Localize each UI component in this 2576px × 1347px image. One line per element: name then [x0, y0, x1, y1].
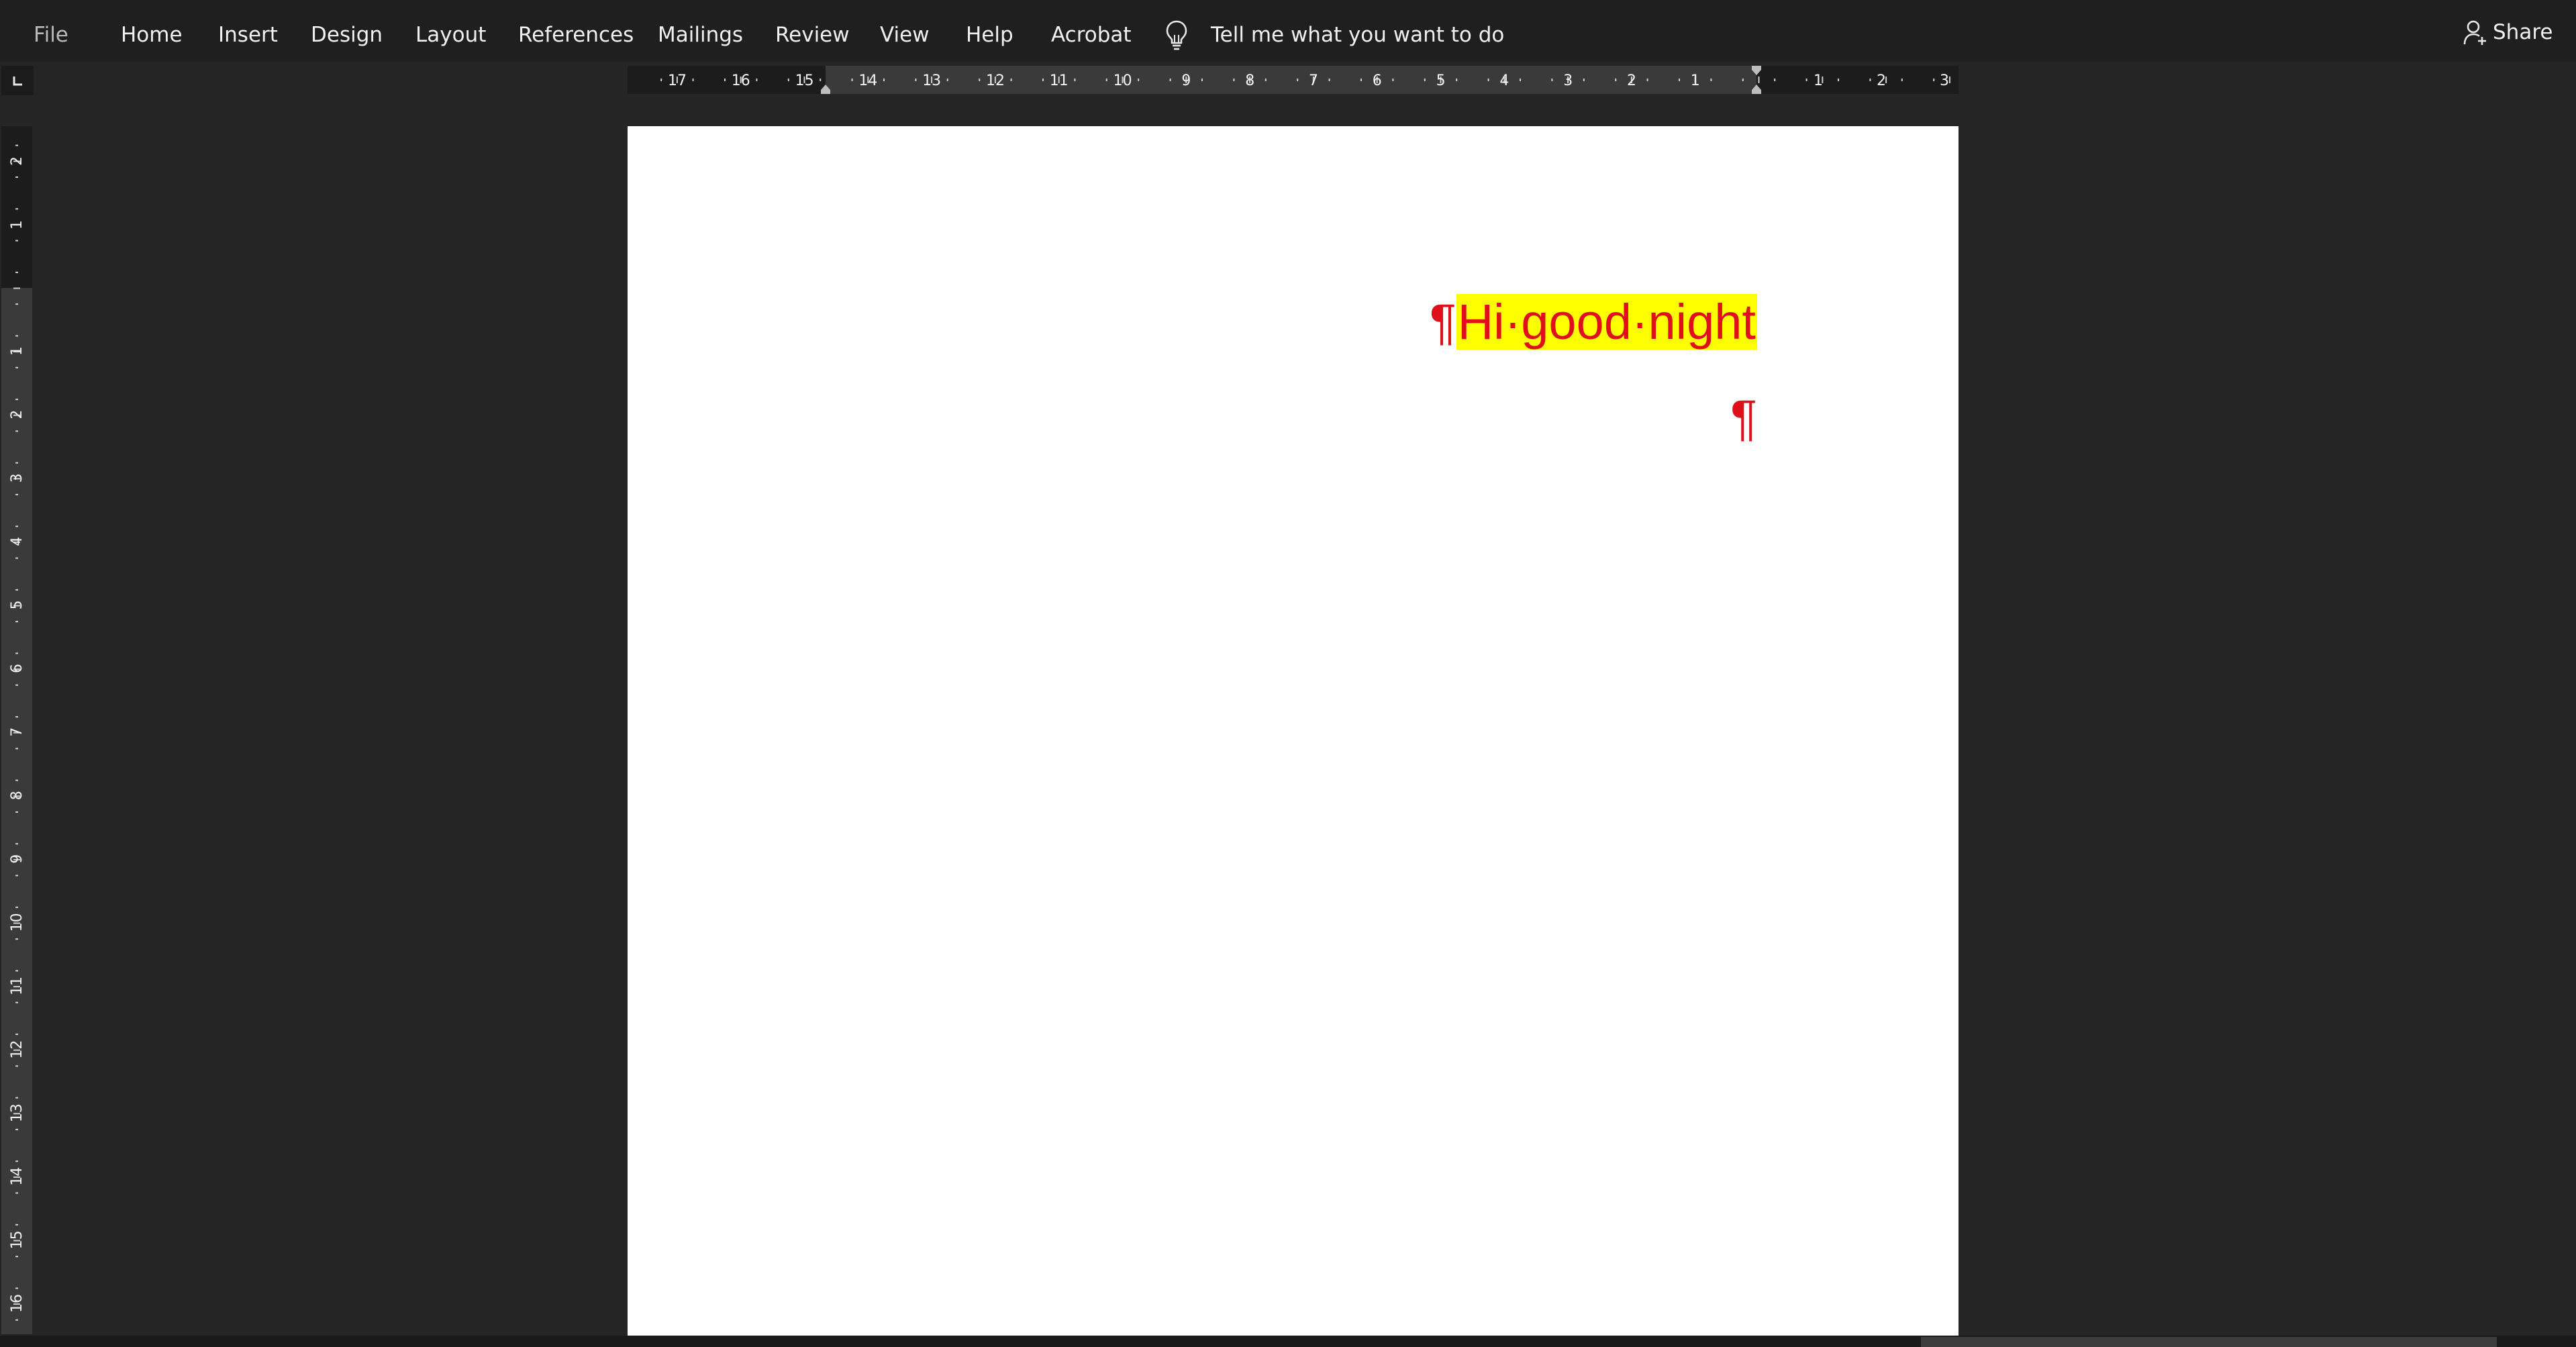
- pilcrow-mark: ¶: [1730, 390, 1757, 446]
- h-ruler-label: 12: [986, 72, 1005, 89]
- h-ruler-label: 3: [1940, 72, 1949, 89]
- tab-stop-selector[interactable]: [1, 66, 34, 95]
- h-ruler-label: 16: [732, 72, 750, 89]
- tab-layout[interactable]: Layout: [415, 20, 486, 50]
- highlighted-text[interactable]: Hi·good·night: [1456, 294, 1757, 350]
- v-ruler-label: 5: [9, 600, 26, 609]
- share-button[interactable]: Share: [2463, 17, 2553, 47]
- h-ruler-label: 7: [1309, 72, 1318, 89]
- h-ruler-label: 6: [1373, 72, 1382, 89]
- h-ruler-label: 9: [1181, 72, 1191, 89]
- document-page[interactable]: ¶Hi·good·night ¶: [628, 126, 1959, 1336]
- v-ruler-label: 11: [9, 977, 26, 995]
- tab-view[interactable]: View: [880, 20, 930, 50]
- share-label: Share: [2493, 20, 2553, 44]
- h-ruler-label: 10: [1113, 72, 1132, 89]
- v-ruler-label: 16: [9, 1294, 26, 1313]
- v-ruler-label: 4: [9, 537, 26, 546]
- v-ruler-label: 2: [9, 410, 26, 419]
- ruler-labels: 2 1 1 2 3 4 5 6 7 8 9 10 11 12 13 14 15 …: [9, 156, 26, 1313]
- v-ruler-label: 10: [9, 913, 26, 932]
- v-ruler-label: 6: [9, 664, 26, 673]
- v-ruler-label: 3: [9, 473, 26, 483]
- tab-acrobat[interactable]: Acrobat: [1051, 20, 1132, 50]
- ribbon-tab-bar: File Home Insert Design Layout Reference…: [0, 0, 2576, 62]
- tab-insert[interactable]: Insert: [218, 20, 278, 50]
- horizontal-scrollbar-thumb[interactable]: [1921, 1337, 2497, 1347]
- h-ruler-label: 5: [1436, 72, 1446, 89]
- tab-mailings[interactable]: Mailings: [658, 20, 743, 50]
- tab-file[interactable]: File: [34, 20, 68, 50]
- h-ruler-label: 8: [1245, 72, 1254, 89]
- lightbulb-icon[interactable]: [1165, 19, 1189, 51]
- vertical-ruler[interactable]: 2 1 1 2 3 4 5 6 7 8 9 10 11 12 13 14 15 …: [1, 126, 32, 1334]
- h-ruler-label: 13: [922, 72, 941, 89]
- tab-help[interactable]: Help: [966, 20, 1013, 50]
- v-ruler-label: 14: [9, 1167, 26, 1186]
- h-ruler-label: 2: [1627, 72, 1636, 89]
- ruler-ticks: [660, 77, 1950, 83]
- h-ruler-label: 1: [1691, 72, 1700, 89]
- v-ruler-label: 7: [9, 728, 26, 737]
- horizontal-ruler[interactable]: 17 16 15 14 13 12 11 10 9 8 7 6 5 4 3 2 …: [628, 66, 1959, 94]
- h-ruler-label: 14: [858, 72, 877, 89]
- paragraph[interactable]: ¶: [1730, 388, 1757, 448]
- person-add-icon: [2463, 20, 2486, 45]
- h-ruler-label: 15: [795, 72, 814, 89]
- word-window: File Home Insert Design Layout Reference…: [0, 0, 2576, 1347]
- h-ruler-label: 11: [1050, 72, 1069, 89]
- ruler-right-margin: [1756, 66, 1959, 94]
- v-ruler-label: 1: [9, 220, 26, 230]
- v-ruler-label: 8: [9, 791, 26, 800]
- v-ruler-label: 2: [9, 156, 26, 166]
- paragraph[interactable]: ¶Hi·good·night: [1430, 292, 1757, 352]
- h-ruler-label: 3: [1563, 72, 1573, 89]
- h-ruler-label: 4: [1499, 72, 1509, 89]
- v-ruler-label: 13: [9, 1103, 26, 1122]
- left-tab-icon: [13, 77, 22, 86]
- tab-references[interactable]: References: [518, 20, 634, 50]
- tell-me-search[interactable]: Tell me what you want to do: [1211, 20, 1504, 50]
- v-ruler-label: 15: [9, 1230, 26, 1249]
- h-ruler-label: 17: [668, 72, 687, 89]
- h-ruler-label: 2: [1877, 72, 1886, 89]
- tab-design[interactable]: Design: [311, 20, 383, 50]
- tab-home[interactable]: Home: [121, 20, 183, 50]
- h-ruler-label: 1: [1814, 72, 1823, 89]
- v-ruler-label: 9: [9, 854, 26, 864]
- v-ruler-label: 1: [9, 346, 26, 356]
- ruler-top-margin: [1, 126, 32, 288]
- pilcrow-mark: ¶: [1429, 294, 1456, 350]
- tab-review[interactable]: Review: [775, 20, 850, 50]
- v-ruler-label: 12: [9, 1040, 26, 1059]
